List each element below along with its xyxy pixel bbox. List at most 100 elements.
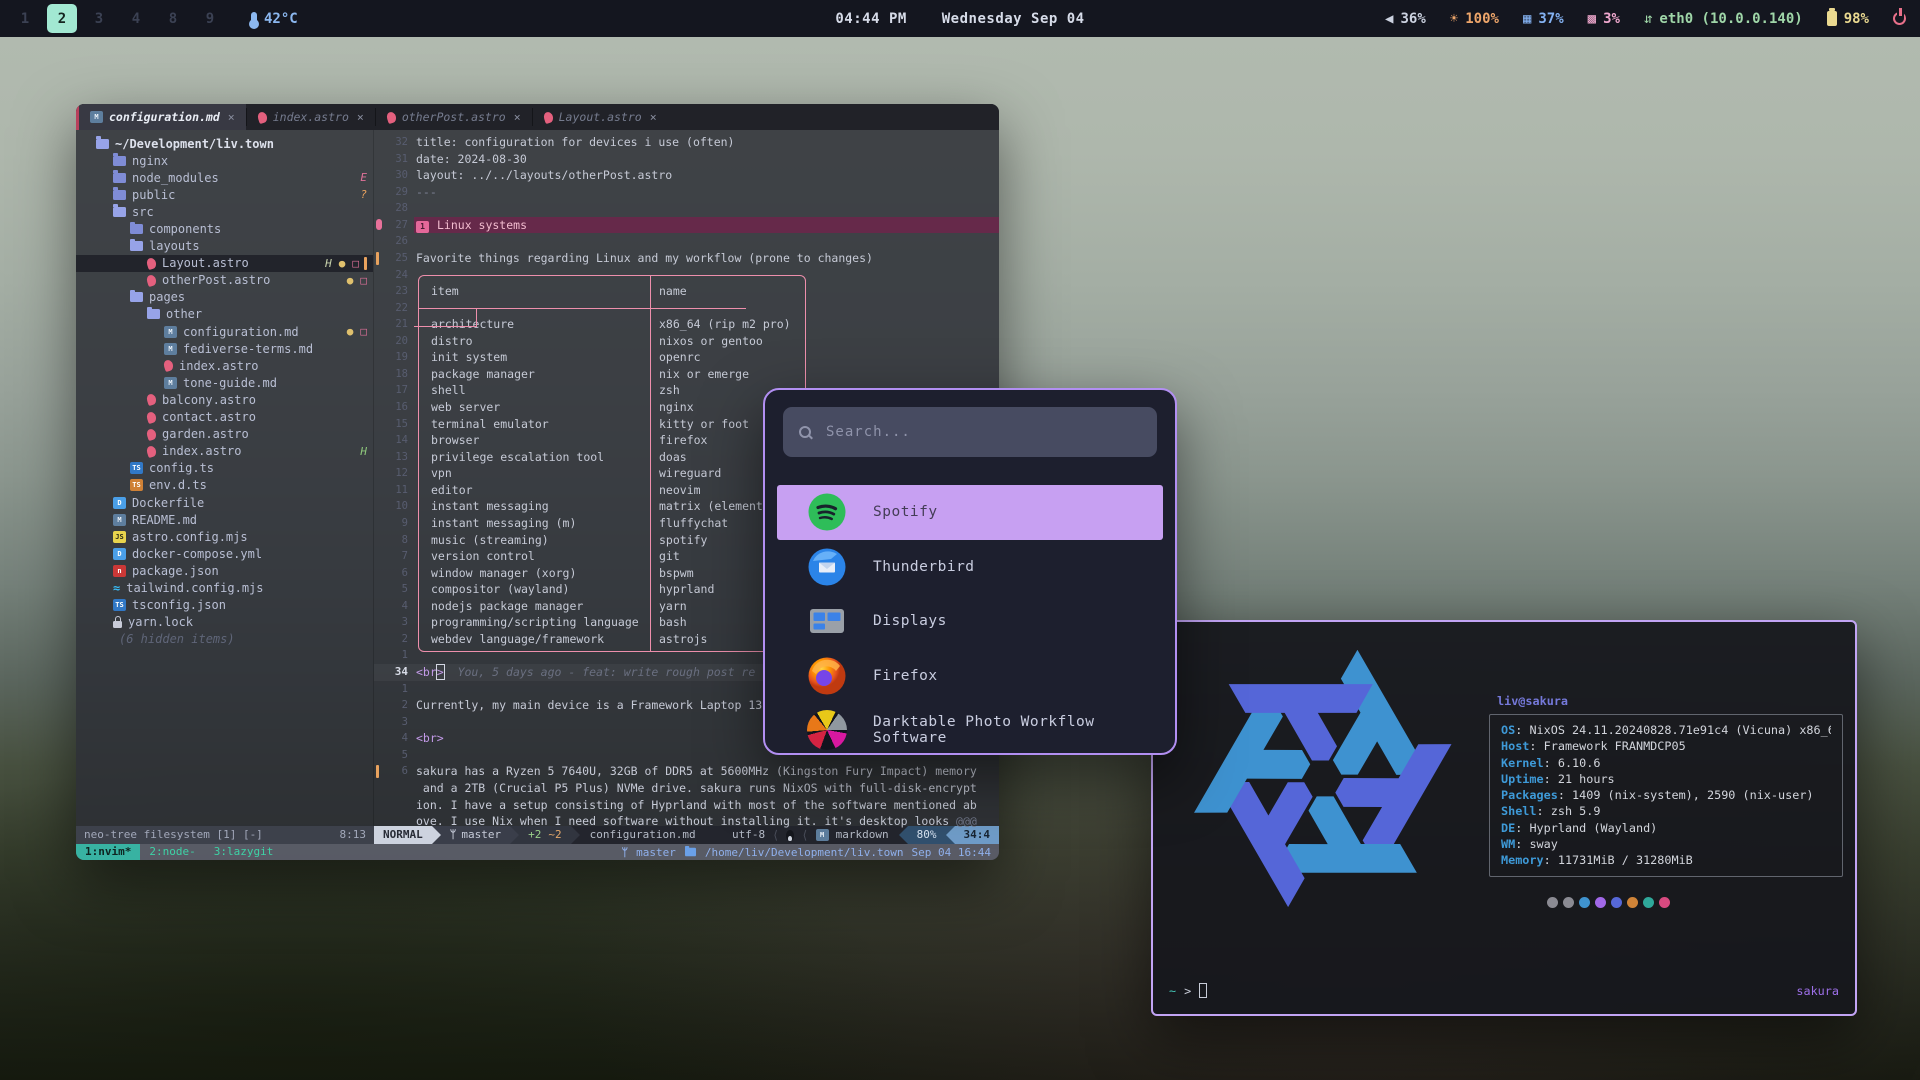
tree-item[interactable]: contact.astro <box>76 409 373 426</box>
tree-item[interactable]: nginx <box>76 152 373 169</box>
tmux-window-3[interactable]: 3:lazygit <box>205 844 283 860</box>
tree-item[interactable]: MREADME.md <box>76 511 373 528</box>
tree-item[interactable]: garden.astro <box>76 426 373 443</box>
buffer-line[interactable]: 271Linux systems <box>374 217 999 234</box>
buffer-line[interactable]: 28 <box>374 200 999 217</box>
buffer-line[interactable]: 22 <box>374 300 999 317</box>
buffer-line[interactable]: 19init systemopenrc <box>374 349 999 366</box>
buffer-line[interactable]: 25Favorite things regarding Linux and my… <box>374 250 999 267</box>
tab-close-icon[interactable]: × <box>228 110 235 124</box>
tree-item-label: other <box>166 307 202 321</box>
tree-item[interactable]: Mfediverse-terms.md <box>76 340 373 357</box>
tab-close-icon[interactable]: × <box>650 110 657 124</box>
buffer-line[interactable]: 24 <box>374 267 999 284</box>
table-cell-name: hyprland <box>659 581 714 598</box>
search-icon <box>799 426 812 439</box>
tree-item[interactable]: index.astro <box>76 357 373 374</box>
line-number: 6 <box>374 565 408 582</box>
tree-item[interactable]: TStsconfig.json <box>76 597 373 614</box>
tree-item-label: (6 hidden items) <box>119 632 235 646</box>
buffer-line[interactable]: 31date: 2024-08-30 <box>374 151 999 168</box>
fetch-terminal-window[interactable]: liv@sakura OS: NixOS 24.11.20240828.71e9… <box>1151 620 1857 1016</box>
tmux-window-2[interactable]: 2:node- <box>140 844 204 860</box>
launcher-item-Displays[interactable]: Displays <box>777 594 1163 649</box>
buffer-line[interactable]: 18package managernix or emerge <box>374 366 999 383</box>
tree-item-label: index.astro <box>162 444 241 458</box>
launcher-item-Firefox[interactable]: Firefox <box>777 649 1163 704</box>
buffer-line[interactable]: 32title: configuration for devices i use… <box>374 134 999 151</box>
tree-item[interactable]: Ddocker-compose.yml <box>76 545 373 562</box>
tree-item[interactable]: pages <box>76 289 373 306</box>
tree-item[interactable]: index.astroH <box>76 443 373 460</box>
tree-item[interactable]: public? <box>76 186 373 203</box>
docker-whale-icon: D <box>113 497 126 509</box>
buffer-line[interactable]: 20distronixos or gentoo <box>374 333 999 350</box>
tree-item[interactable]: other <box>76 306 373 323</box>
search-input[interactable] <box>824 423 1141 441</box>
tree-item[interactable]: ~/Development/liv.town <box>76 135 373 152</box>
table-cell-name: kitty or foot <box>659 416 749 433</box>
buffer-line[interactable]: 6sakura has a Ryzen 5 7640U, 32GB of DDR… <box>374 763 999 780</box>
tmux-window-1[interactable]: 1:nvim* <box>76 844 140 860</box>
folder-open-icon <box>113 207 126 217</box>
git-status-badge: ? <box>360 188 367 201</box>
fetch-info-row: OS: NixOS 24.11.20240828.71e91c4 (Vicuna… <box>1501 722 1831 738</box>
astro-flame-icon <box>146 393 158 406</box>
neo-tree-panel[interactable]: ~/Development/liv.townnginxnode_modulesE… <box>76 130 374 826</box>
line-text: layout: ../../layouts/otherPost.astro <box>416 168 672 182</box>
buffer-line[interactable]: 21architecturex86_64 (rip m2 pro) <box>374 316 999 333</box>
tree-item[interactable]: TSconfig.ts <box>76 460 373 477</box>
table-cell-item: package manager <box>431 366 535 383</box>
astro-flame-icon <box>163 359 175 372</box>
tree-item[interactable]: DDockerfile <box>76 494 373 511</box>
tree-item[interactable]: npackage.json <box>76 562 373 579</box>
tree-item[interactable]: Mtone-guide.md <box>76 374 373 391</box>
launcher-item-Spotify[interactable]: Spotify <box>777 485 1163 540</box>
buffer-line[interactable]: 26 <box>374 233 999 250</box>
table-cell-name: openrc <box>659 349 701 366</box>
buffer-line[interactable]: ove. I use Nix when I need software with… <box>374 813 999 830</box>
table-cell-item: vpn <box>431 465 452 482</box>
tree-item[interactable]: components <box>76 220 373 237</box>
astro-flame-icon <box>256 110 268 123</box>
table-cell-name: neovim <box>659 482 701 499</box>
buffer-line[interactable]: 30layout: ../../layouts/otherPost.astro <box>374 167 999 184</box>
shell-prompt[interactable]: ~ > <box>1169 983 1207 998</box>
power-button-icon[interactable] <box>1893 12 1906 25</box>
tab-configuration.md[interactable]: Mconfiguration.md× <box>79 104 246 130</box>
buffer-line[interactable]: ion. I have a setup consisting of Hyprla… <box>374 797 999 814</box>
tree-item[interactable]: layouts <box>76 238 373 255</box>
launcher-item-Darktable Photo Workflow Software[interactable]: Darktable Photo Workflow Software <box>777 703 1163 755</box>
buffer-line[interactable]: and a 2TB (Crucial P5 Plus) NVMe drive. … <box>374 780 999 797</box>
tree-item[interactable]: src <box>76 203 373 220</box>
table-cell-item: nodejs package manager <box>431 598 583 615</box>
tree-item[interactable]: balcony.astro <box>76 391 373 408</box>
launcher-item-Thunderbird[interactable]: Thunderbird <box>777 540 1163 595</box>
line-number: 14 <box>374 432 408 449</box>
tree-item[interactable]: (6 hidden items) <box>76 631 373 648</box>
app-launcher[interactable]: SpotifyThunderbirdDisplays Firefox Darktab… <box>763 388 1177 755</box>
tmux-statusbar: 1:nvim* 2:node- 3:lazygit ᛘ master /home… <box>76 844 999 860</box>
launcher-search[interactable] <box>783 407 1157 457</box>
buffer-line[interactable]: 23itemname <box>374 283 999 300</box>
tree-item[interactable]: Layout.astroH●□ <box>76 255 373 272</box>
astro-flame-icon <box>146 257 158 270</box>
tab-close-icon[interactable]: × <box>357 110 364 124</box>
tree-item[interactable]: node_modulesE <box>76 169 373 186</box>
tab-Layout.astro[interactable]: Layout.astro× <box>533 104 668 130</box>
tree-item-label: public <box>132 188 175 202</box>
tab-index.astro[interactable]: index.astro× <box>247 104 375 130</box>
tree-item[interactable]: JSastro.config.mjs <box>76 528 373 545</box>
line-text: ove. I use Nix when I need software with… <box>416 814 956 828</box>
line-text: --- <box>416 185 437 199</box>
tree-item[interactable]: Mconfiguration.md●□ <box>76 323 373 340</box>
buffer-line[interactable]: 29--- <box>374 184 999 201</box>
launcher-item-label: Firefox <box>873 668 938 684</box>
tree-item[interactable]: ≈tailwind.config.mjs <box>76 579 373 596</box>
tree-item[interactable]: TSenv.d.ts <box>76 477 373 494</box>
tab-otherPost.astro[interactable]: otherPost.astro× <box>376 104 532 130</box>
tailwind-icon: ≈ <box>113 583 120 593</box>
tab-close-icon[interactable]: × <box>514 110 521 124</box>
tree-item[interactable]: yarn.lock <box>76 614 373 631</box>
tree-item[interactable]: otherPost.astro●□ <box>76 272 373 289</box>
